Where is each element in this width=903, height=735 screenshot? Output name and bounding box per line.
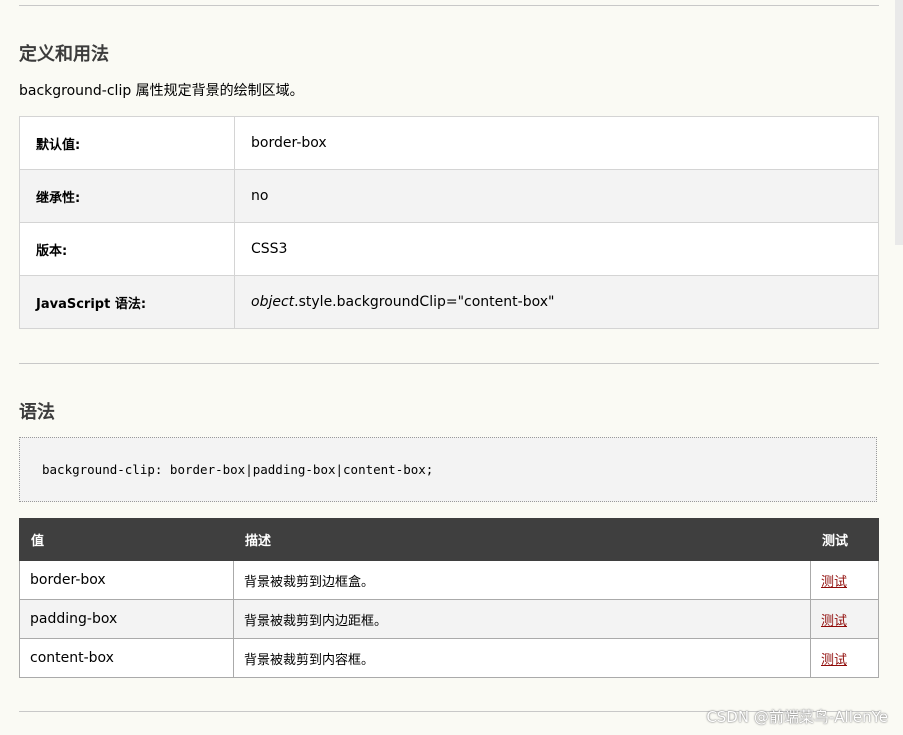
watermark-text: CSDN @前端菜鸟-AllenYe (706, 708, 888, 726)
section-divider (19, 363, 879, 364)
description-cell: 背景被裁剪到边框盒。 (233, 560, 811, 600)
code-text: background-clip: border-box|padding-box|… (42, 462, 434, 477)
property-value-object: object (251, 294, 295, 310)
test-link[interactable]: 测试 (821, 575, 847, 590)
scrollbar-track[interactable] (895, 0, 903, 245)
table-row: padding-box 背景被裁剪到内边距框。 测试 (19, 599, 879, 639)
property-key: JavaScript 语法: (19, 275, 235, 329)
test-cell: 测试 (810, 599, 879, 639)
section-title-syntax: 语法 (19, 402, 55, 423)
top-divider (19, 5, 879, 6)
property-value: object.style.backgroundClip="content-box… (234, 275, 879, 329)
value-cell: border-box (19, 560, 234, 600)
description-cell: 背景被裁剪到内容框。 (233, 638, 811, 678)
property-key: 版本: (19, 222, 235, 276)
code-block: background-clip: border-box|padding-box|… (19, 437, 877, 502)
section-title-definition: 定义和用法 (19, 44, 109, 65)
property-row: 版本: CSS3 (19, 222, 879, 276)
test-cell: 测试 (810, 638, 879, 678)
property-value-syntax: .style.backgroundClip="content-box" (294, 294, 555, 310)
property-row: JavaScript 语法: object.style.backgroundCl… (19, 275, 879, 329)
column-header-description: 描述 (233, 518, 811, 561)
property-row: 继承性: no (19, 169, 879, 223)
test-link[interactable]: 测试 (821, 653, 847, 668)
property-value: CSS3 (234, 222, 879, 276)
property-value: border-box (234, 116, 879, 170)
intro-text: background-clip 属性规定背景的绘制区域。 (19, 83, 304, 99)
description-cell: 背景被裁剪到内边距框。 (233, 599, 811, 639)
property-value: no (234, 169, 879, 223)
property-key: 默认值: (19, 116, 235, 170)
table-row: border-box 背景被裁剪到边框盒。 测试 (19, 560, 879, 600)
value-cell: content-box (19, 638, 234, 678)
property-row: 默认值: border-box (19, 116, 879, 170)
table-row: content-box 背景被裁剪到内容框。 测试 (19, 638, 879, 678)
column-header-value: 值 (19, 518, 234, 561)
table-header-row: 值 描述 测试 (19, 518, 879, 561)
value-cell: padding-box (19, 599, 234, 639)
values-table: 值 描述 测试 border-box 背景被裁剪到边框盒。 测试 padding… (19, 518, 879, 678)
test-cell: 测试 (810, 560, 879, 600)
property-key: 继承性: (19, 169, 235, 223)
test-link[interactable]: 测试 (821, 614, 847, 629)
column-header-test: 测试 (810, 518, 879, 561)
property-table: 默认值: border-box 继承性: no 版本: CSS3 JavaScr… (19, 116, 879, 329)
